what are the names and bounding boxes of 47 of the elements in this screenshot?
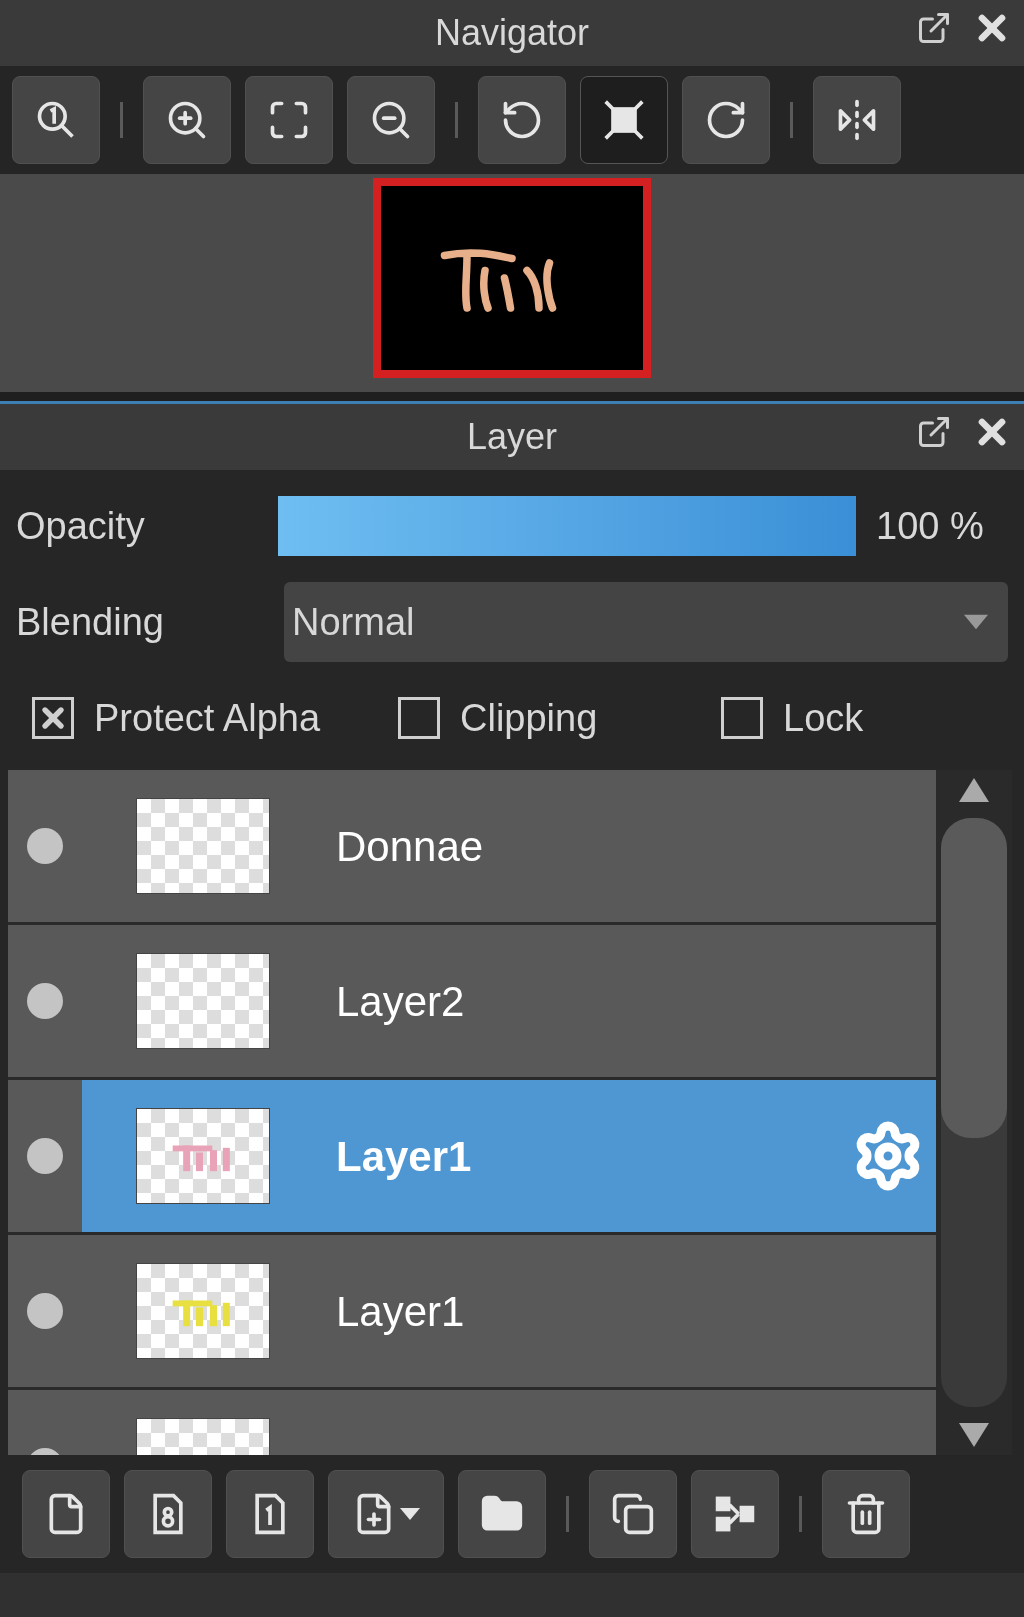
opacity-slider[interactable] xyxy=(278,496,856,556)
option-checkbox[interactable]: Clipping xyxy=(398,689,721,747)
tool-button[interactable] xyxy=(478,76,566,164)
dropdown-caret-icon xyxy=(964,614,988,630)
undock-icon[interactable] xyxy=(916,414,952,450)
panel-splitter[interactable] xyxy=(0,392,1024,404)
checkbox[interactable] xyxy=(398,697,440,739)
scrollbar[interactable] xyxy=(936,770,1012,1455)
tool-button[interactable] xyxy=(245,76,333,164)
tool-button[interactable] xyxy=(458,1470,546,1558)
blending-dropdown[interactable]: Normal xyxy=(284,582,1008,662)
layer-row[interactable]: Layer2 xyxy=(8,925,936,1080)
tool-button[interactable] xyxy=(682,76,770,164)
scroll-thumb[interactable] xyxy=(941,818,1007,1138)
panel-title: Navigator xyxy=(434,11,590,55)
opacity-value: 100 % xyxy=(876,503,984,549)
option-checkbox[interactable]: Protect Alpha xyxy=(32,689,398,747)
layer-name: Layer1 xyxy=(336,1286,465,1337)
opacity-label: Opacity xyxy=(16,503,146,549)
duplicate-icon xyxy=(611,1492,655,1536)
tool-button[interactable] xyxy=(143,76,231,164)
scroll-up-icon[interactable] xyxy=(958,778,990,802)
option-checkbox[interactable]: Lock xyxy=(721,689,864,747)
tool-button[interactable] xyxy=(580,76,668,164)
tool-button[interactable] xyxy=(22,1470,110,1558)
tool-button[interactable] xyxy=(589,1470,677,1558)
tool-button[interactable] xyxy=(813,76,901,164)
blending-label: Blending xyxy=(16,599,165,645)
tool-button[interactable] xyxy=(124,1470,212,1558)
layer-row[interactable]: Layer1 xyxy=(8,1235,936,1390)
undock-icon[interactable] xyxy=(916,10,952,46)
fit-screen-icon xyxy=(602,98,646,142)
layer-name: Layer1 xyxy=(336,1131,472,1182)
checkbox[interactable] xyxy=(32,697,74,739)
checkbox[interactable] xyxy=(721,697,763,739)
layer-name: Donnae xyxy=(336,821,484,872)
panel-title: Layer xyxy=(466,415,558,459)
canvas-preview[interactable] xyxy=(373,178,651,378)
tool-button[interactable] xyxy=(691,1470,779,1558)
tool-button[interactable] xyxy=(226,1470,314,1558)
tool-button[interactable] xyxy=(328,1470,444,1558)
tool-button[interactable] xyxy=(347,76,435,164)
layer-row[interactable]: Donnae xyxy=(8,770,936,925)
scroll-down-icon[interactable] xyxy=(958,1423,990,1447)
tool-button[interactable] xyxy=(12,76,100,164)
tool-button[interactable] xyxy=(822,1470,910,1558)
layer-name: Layer2 xyxy=(336,976,465,1027)
